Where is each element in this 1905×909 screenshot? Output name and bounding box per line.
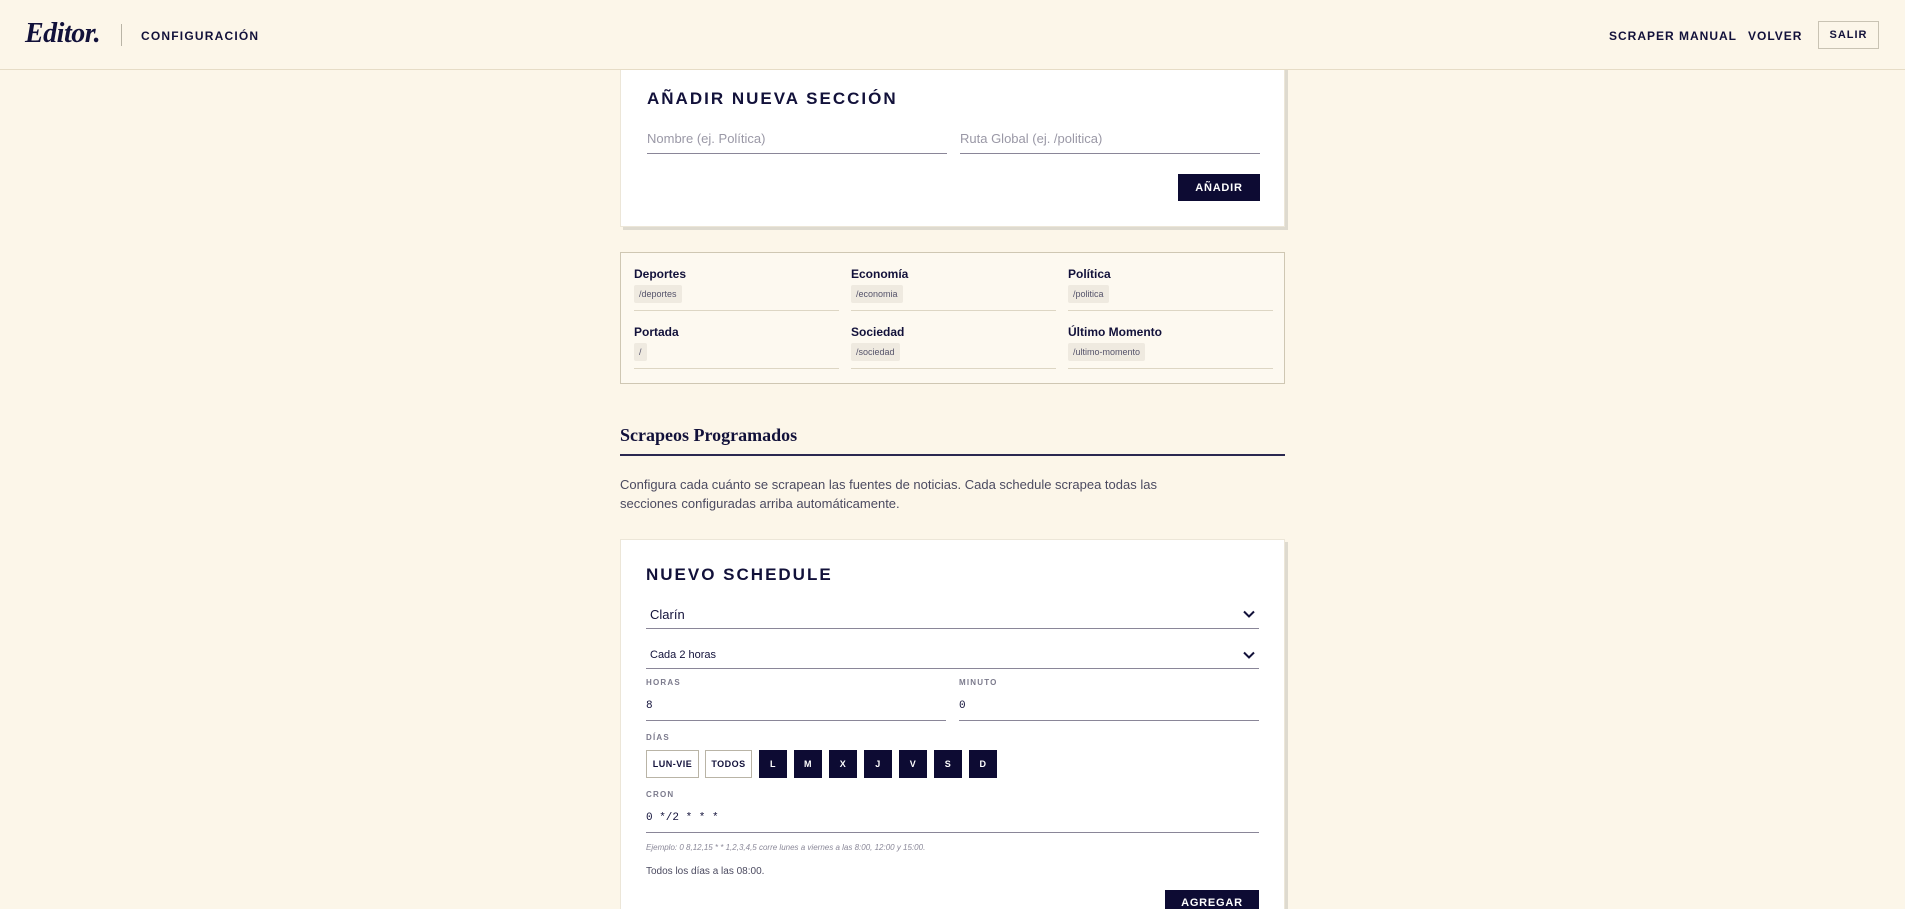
editor-logo[interactable]: Editor.: [25, 18, 101, 50]
day-toggle-d[interactable]: D: [969, 750, 997, 778]
preset-lun-vie-button[interactable]: LUN-VIE: [646, 750, 699, 778]
header-divider: [121, 24, 122, 46]
new-section-card: AÑADIR NUEVA SECCIÓN AÑADIR: [620, 62, 1285, 227]
frequency-selected-value: Cada 2 horas: [650, 648, 717, 661]
sections-list: Deportes /deportes Economía /economia Po…: [620, 252, 1285, 384]
scheduled-scrapes-heading: Scrapeos Programados: [620, 425, 798, 445]
add-schedule-button[interactable]: AGREGAR: [1165, 890, 1259, 909]
new-schedule-card: [620, 539, 1285, 909]
preset-todos-button[interactable]: TODOS: [705, 750, 752, 778]
section-item-deportes[interactable]: Deportes /deportes: [634, 264, 839, 311]
section-name: Sociedad: [851, 325, 905, 339]
scraper-manual-link[interactable]: SCRAPER MANUAL: [1609, 29, 1737, 43]
section-route-badge: /: [634, 343, 647, 361]
day-toggle-s[interactable]: S: [934, 750, 962, 778]
source-select[interactable]: Clarín: [646, 600, 1259, 629]
section-item-portada[interactable]: Portada /: [634, 322, 839, 369]
section-route-badge: /deportes: [634, 285, 682, 303]
minute-label: MINUTO: [959, 678, 998, 687]
section-route-badge: /politica: [1068, 285, 1109, 303]
day-toggle-v[interactable]: V: [899, 750, 927, 778]
section-route-input[interactable]: [960, 124, 1260, 154]
section-route-badge: /economia: [851, 285, 903, 303]
section-name: Economía: [851, 267, 909, 281]
section-name: Deportes: [634, 267, 687, 281]
day-toggle-m[interactable]: M: [794, 750, 822, 778]
section-name: Último Momento: [1068, 325, 1162, 339]
cron-hint: Ejemplo: 0 8,12,15 * * 1,2,3,4,5 corre l…: [646, 843, 926, 852]
source-selected-value: Clarín: [650, 606, 685, 622]
section-item-economia[interactable]: Economía /economia: [851, 264, 1056, 311]
section-route-badge: /ultimo-momento: [1068, 343, 1146, 361]
section-item-politica[interactable]: Política /politica: [1068, 264, 1273, 311]
hours-label: HORAS: [646, 678, 681, 687]
section-item-sociedad[interactable]: Sociedad /sociedad: [851, 322, 1056, 369]
frequency-select[interactable]: Cada 2 horas: [646, 641, 1259, 669]
top-bar: Editor. CONFIGURACIÓN SCRAPER MANUAL VOL…: [0, 0, 1905, 70]
new-section-title: AÑADIR NUEVA SECCIÓN: [647, 89, 898, 108]
cron-label: CRON: [646, 790, 675, 799]
section-route-badge: /sociedad: [851, 343, 900, 361]
minute-input[interactable]: [959, 691, 1259, 721]
hours-input[interactable]: [646, 691, 946, 721]
scheduled-description: Configura cada cuánto se scrapean las fu…: [620, 477, 1157, 511]
days-label: DÍAS: [646, 733, 670, 742]
heading-rule: [620, 454, 1285, 456]
section-name: Portada: [634, 325, 679, 339]
section-item-ultimo-momento[interactable]: Último Momento /ultimo-momento: [1068, 322, 1273, 369]
salir-button[interactable]: SALIR: [1818, 21, 1879, 49]
chevron-down-icon: [1243, 610, 1255, 618]
day-toggle-x[interactable]: X: [829, 750, 857, 778]
day-toggle-j[interactable]: J: [864, 750, 892, 778]
page-title: CONFIGURACIÓN: [141, 29, 260, 43]
volver-link[interactable]: VOLVER: [1748, 29, 1802, 43]
schedule-summary: Todos los días a las 08:00.: [646, 866, 765, 877]
section-name: Política: [1068, 267, 1111, 281]
add-section-button[interactable]: AÑADIR: [1178, 174, 1260, 201]
chevron-down-icon: [1243, 651, 1255, 659]
section-name-input[interactable]: [647, 124, 947, 154]
day-toggle-l[interactable]: L: [759, 750, 787, 778]
cron-input[interactable]: [646, 803, 1259, 833]
new-schedule-title: NUEVO SCHEDULE: [646, 565, 833, 584]
